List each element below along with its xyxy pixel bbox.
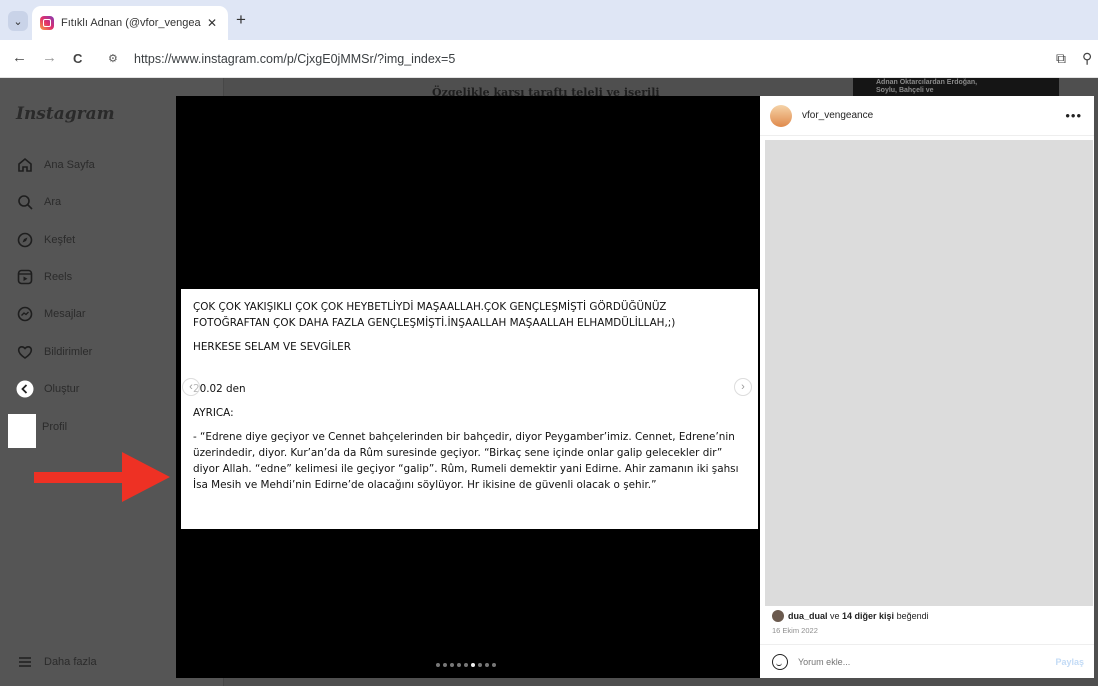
comment-input[interactable] <box>798 656 1038 667</box>
sidebar-item-notifications[interactable]: Bildirimler <box>16 340 92 364</box>
sidebar-item-label: Mesajlar <box>44 308 86 320</box>
post-header: vfor_vengeance ••• <box>760 96 1094 136</box>
carousel-dot <box>492 663 496 667</box>
post-username[interactable]: vfor_vengeance <box>802 110 873 121</box>
likes-summary: dua_dual ve 14 diğer kişi beğendi <box>772 610 929 622</box>
carousel-dot <box>485 663 489 667</box>
site-info-icon[interactable]: ⚙ <box>108 52 122 66</box>
carousel-prev-button[interactable]: ‹ <box>182 378 200 396</box>
comment-row: Paylaş <box>760 644 1094 678</box>
sidebar-item-more[interactable]: Daha fazla <box>16 650 97 674</box>
sidebar-item-messages[interactable]: Mesajlar <box>16 302 86 326</box>
liker-username[interactable]: dua_dual <box>788 611 828 621</box>
tab-search-dropdown[interactable]: ⌄ <box>8 11 28 31</box>
slide-image: ÇOK ÇOK YAKIŞIKLI ÇOK ÇOK HEYBETLİYDİ MA… <box>181 289 758 529</box>
new-tab-button[interactable]: + <box>236 10 246 30</box>
sidebar-item-reels[interactable]: Reels <box>16 265 72 289</box>
sidebar-item-label: Reels <box>44 271 73 283</box>
instagram-logo[interactable]: Instagram <box>16 104 115 124</box>
sidebar-item-search[interactable]: Ara <box>16 190 61 214</box>
carousel-dot <box>436 663 440 667</box>
background-thumbnail-text: Adnan Oktarcılardan Erdoğan, Soylu, Bahç… <box>876 79 978 94</box>
cast-icon[interactable]: ⧉ <box>1056 50 1066 67</box>
slide-text-line: ÇOK ÇOK YAKIŞIKLI ÇOK ÇOK HEYBETLİYDİ MA… <box>193 301 676 329</box>
slide-quote: - “Edrene diye geçiyor ve Cennet bahçele… <box>193 431 739 491</box>
sidebar-item-explore[interactable]: Keşfet <box>16 228 75 252</box>
instagram-favicon-icon <box>40 16 54 30</box>
red-arrow-shaft <box>34 472 126 483</box>
likes-text: ve <box>827 611 843 621</box>
search-icon <box>16 193 34 211</box>
post-details-panel: vfor_vengeance ••• dua_dual ve 14 diğer … <box>760 96 1094 678</box>
browser-tab[interactable]: Fıtıklı Adnan (@vfor_vengeanc ✕ <box>32 6 228 40</box>
comments-area <box>765 140 1093 606</box>
sidebar-item-label: Ana Sayfa <box>44 159 95 171</box>
sidebar-item-label: Keşfet <box>44 234 76 246</box>
heart-icon <box>16 343 34 361</box>
likes-text-end: beğendi <box>894 611 929 621</box>
carousel-dot <box>450 663 454 667</box>
compass-icon <box>16 231 34 249</box>
sidebar-item-home[interactable]: Ana Sayfa <box>16 153 95 177</box>
url-field[interactable]: ⚙ https://www.instagram.com/p/CjxgE0jMMS… <box>102 46 1042 72</box>
sidebar-item-label: Daha fazla <box>44 656 97 668</box>
slide-text-line: HERKESE SELAM VE SEVGİLER <box>193 341 351 353</box>
carousel-dots <box>436 663 496 667</box>
slide-text-line: 20.02 den <box>193 383 246 395</box>
liker-avatar <box>772 610 784 622</box>
slide-text-line: AYRICA: <box>193 407 234 419</box>
profile-avatar[interactable] <box>8 414 36 448</box>
sidebar-item-label: Bildirimler <box>44 346 93 358</box>
likes-others-link[interactable]: 14 diğer kişi <box>842 611 894 621</box>
zoom-icon[interactable]: ⚲ <box>1082 50 1092 67</box>
address-bar: ← → C ⚙ https://www.instagram.com/p/Cjxg… <box>0 40 1098 78</box>
carousel-dot <box>443 663 447 667</box>
sidebar-item-label: Oluştur <box>44 383 80 395</box>
carousel-next-button[interactable]: › <box>734 378 752 396</box>
post-date: 16 Ekim 2022 <box>772 626 818 635</box>
carousel-dot <box>457 663 461 667</box>
red-arrow-icon <box>122 452 170 502</box>
back-button[interactable]: ← <box>12 49 27 66</box>
sidebar-item-label: Ara <box>44 196 62 208</box>
emoji-icon[interactable] <box>772 653 788 670</box>
sidebar-item-label: Profil <box>42 421 68 433</box>
carousel-dot <box>464 663 468 667</box>
browser-tabbar: ⌄ Fıtıklı Adnan (@vfor_vengeanc ✕ + <box>0 0 1098 40</box>
more-options-icon[interactable]: ••• <box>1065 108 1082 123</box>
reload-button[interactable]: C <box>73 51 82 66</box>
tab-close-icon[interactable]: ✕ <box>207 16 217 30</box>
post-comment-button[interactable]: Paylaş <box>1055 657 1084 667</box>
reels-icon <box>16 268 34 286</box>
menu-icon <box>16 653 34 671</box>
create-icon <box>16 380 34 398</box>
tab-title: Fıtıklı Adnan (@vfor_vengeanc <box>61 17 201 29</box>
carousel-dot <box>478 663 482 667</box>
home-icon <box>16 156 34 174</box>
messenger-icon <box>16 305 34 323</box>
url-text: https://www.instagram.com/p/CjxgE0jMMSr/… <box>134 52 456 66</box>
sidebar-item-profile[interactable]: Profil <box>42 415 67 439</box>
sidebar-item-create[interactable]: Oluştur <box>16 377 79 401</box>
carousel-dot <box>471 663 475 667</box>
post-image-viewer: ÇOK ÇOK YAKIŞIKLI ÇOK ÇOK HEYBETLİYDİ MA… <box>176 96 760 678</box>
forward-button[interactable]: → <box>42 49 57 66</box>
avatar[interactable] <box>770 104 792 127</box>
